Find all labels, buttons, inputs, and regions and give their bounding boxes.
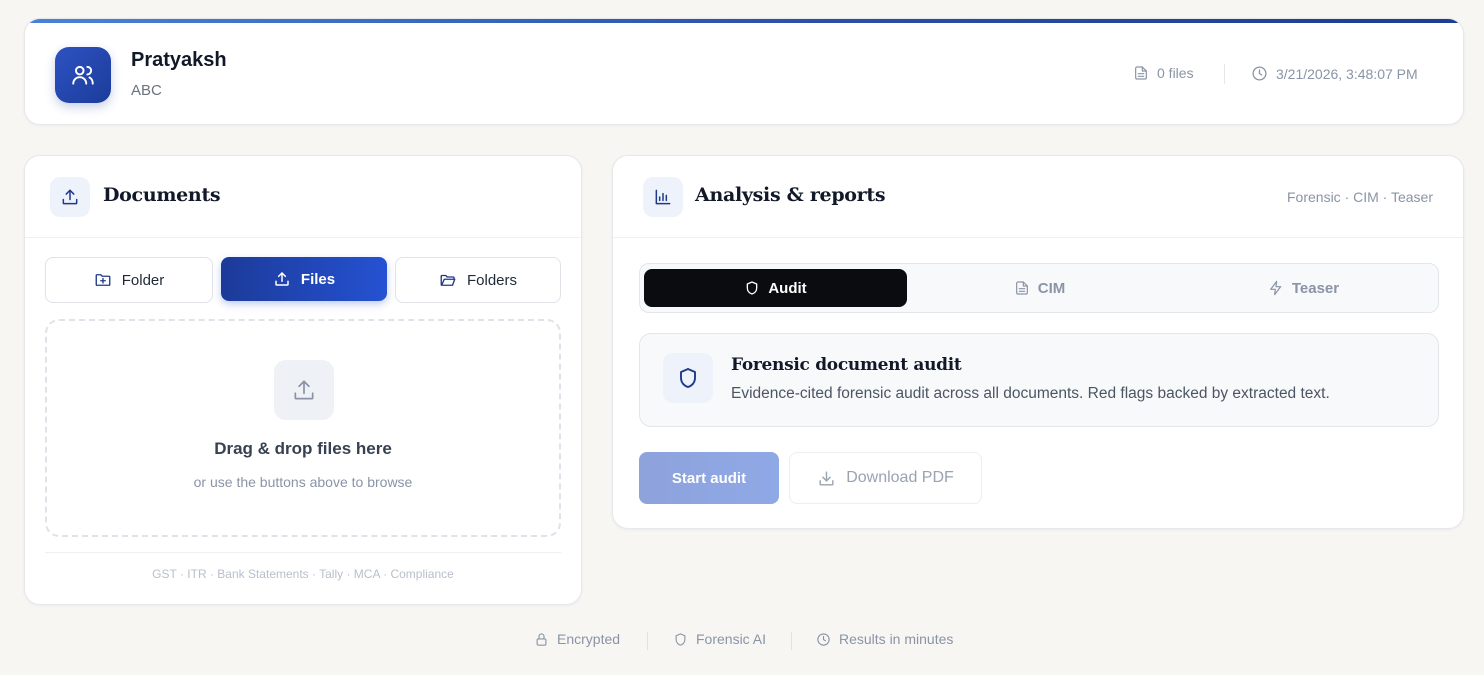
- header-accent-stripe: [25, 19, 1463, 23]
- upload-icon: [274, 360, 334, 420]
- analysis-card: Analysis & reports Forensic · CIM · Teas…: [612, 155, 1464, 529]
- add-folder-label: Folder: [121, 271, 165, 289]
- footer-forensic-ai: Forensic AI: [673, 631, 766, 647]
- supported-document-types: GST · ITR · Bank Statements · Tally · MC…: [152, 567, 454, 581]
- file-icon: [1133, 65, 1149, 81]
- add-folder-button[interactable]: Folder: [45, 257, 213, 303]
- upload-folders-button[interactable]: Folders: [395, 257, 561, 303]
- upload-files-label: Files: [300, 270, 336, 288]
- tab-cim[interactable]: CIM: [908, 269, 1171, 307]
- start-audit-label: Start audit: [671, 469, 747, 487]
- documents-card: Documents Folder Files Folders Drag & dr…: [24, 155, 582, 605]
- panel-title: Forensic document audit: [731, 355, 962, 375]
- lock-icon: [534, 632, 549, 647]
- files-count: 0 files: [1133, 65, 1194, 81]
- tab-teaser[interactable]: Teaser: [1172, 269, 1435, 307]
- upload-folders-label: Folders: [466, 271, 518, 289]
- upload-files-button[interactable]: Files: [221, 257, 387, 301]
- timestamp: 3/21/2026, 3:48:07 PM: [1251, 65, 1418, 82]
- analysis-tags: Forensic · CIM · Teaser: [1287, 189, 1433, 205]
- panel-description: Evidence-cited forensic audit across all…: [731, 385, 1330, 402]
- shield-icon: [663, 353, 713, 403]
- tab-teaser-label: Teaser: [1291, 279, 1340, 297]
- documents-header: Documents: [25, 156, 581, 238]
- folder-plus-icon: [94, 271, 112, 289]
- upload-icon: [50, 177, 90, 217]
- report-type-tabs: Audit CIM Teaser: [639, 263, 1439, 313]
- bar-chart-icon: [643, 177, 683, 217]
- download-icon: [817, 469, 836, 488]
- audit-description-panel: Forensic document audit Evidence-cited f…: [639, 333, 1439, 427]
- meta-divider: [1224, 64, 1225, 84]
- lightning-icon: [1268, 280, 1284, 296]
- footer-divider: [647, 632, 648, 650]
- footer-results-label: Results in minutes: [839, 631, 954, 647]
- user-name: Pratyaksh: [131, 49, 227, 71]
- start-audit-button[interactable]: Start audit: [639, 452, 779, 504]
- dropzone-subtitle: or use the buttons above to browse: [193, 474, 413, 490]
- divider: [45, 552, 561, 553]
- clock-icon: [1251, 65, 1268, 82]
- timestamp-label: 3/21/2026, 3:48:07 PM: [1276, 65, 1418, 82]
- company-name: ABC: [131, 82, 162, 99]
- footer-results: Results in minutes: [816, 631, 953, 647]
- avatar: [55, 47, 111, 103]
- download-pdf-button[interactable]: Download PDF: [789, 452, 982, 504]
- shield-icon: [673, 632, 688, 647]
- files-count-label: 0 files: [1157, 65, 1194, 81]
- tab-audit[interactable]: Audit: [644, 269, 907, 307]
- footer-forensic-label: Forensic AI: [696, 631, 767, 647]
- footer-encrypted-label: Encrypted: [557, 631, 621, 647]
- analysis-title: Analysis & reports: [695, 184, 886, 206]
- documents-title: Documents: [103, 184, 221, 206]
- file-dropzone[interactable]: Drag & drop files here or use the button…: [45, 319, 561, 537]
- header-card: Pratyaksh ABC 0 files 3/21/2026, 3:48:07…: [24, 18, 1464, 125]
- folder-open-icon: [439, 271, 457, 289]
- analysis-header: Analysis & reports Forensic · CIM · Teas…: [613, 156, 1463, 238]
- footer-divider: [791, 632, 792, 650]
- document-icon: [1014, 280, 1030, 296]
- footer-encrypted: Encrypted: [534, 631, 620, 647]
- dropzone-title: Drag & drop files here: [214, 439, 392, 458]
- users-icon: [70, 62, 96, 88]
- shield-icon: [744, 280, 760, 296]
- download-pdf-label: Download PDF: [846, 469, 954, 486]
- tab-audit-label: Audit: [768, 279, 807, 297]
- clock-icon: [816, 632, 831, 647]
- upload-icon: [273, 270, 291, 288]
- tab-cim-label: CIM: [1037, 279, 1066, 297]
